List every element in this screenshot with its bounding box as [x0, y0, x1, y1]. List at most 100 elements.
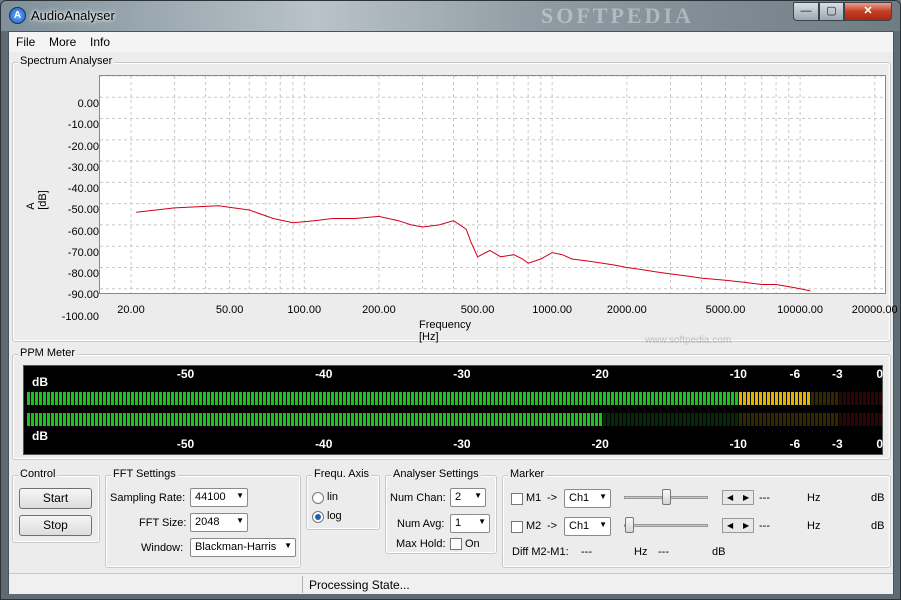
- num-avg-select[interactable]: 1 ▼: [450, 514, 490, 533]
- x-tick-label: 5000.00: [705, 304, 746, 316]
- num-chan-label: Num Chan:: [390, 492, 446, 504]
- ppm-segment: [415, 392, 418, 405]
- ppm-segment: [323, 392, 326, 405]
- ppm-segment: [119, 413, 122, 426]
- m2-label: M2: [526, 520, 542, 532]
- ppm-segment: [871, 392, 874, 405]
- ppm-segment: [371, 413, 374, 426]
- ppm-segment: [723, 413, 726, 426]
- ppm-segment: [203, 413, 206, 426]
- ppm-segment: [435, 413, 438, 426]
- menu-file[interactable]: File: [16, 35, 35, 49]
- lin-radio[interactable]: [312, 492, 324, 504]
- ppm-segment: [647, 392, 650, 405]
- ppm-segment: [183, 392, 186, 405]
- window-select[interactable]: Blackman-Harris ▼: [190, 538, 296, 557]
- title-bar[interactable]: A AudioAnalyser SOFTPEDIA — ▢ ✕: [1, 1, 900, 31]
- ppm-segment: [175, 392, 178, 405]
- ppm-segment: [659, 413, 662, 426]
- y-tick-label: -50.00: [67, 204, 99, 217]
- ppm-segment: [63, 392, 66, 405]
- m2-spin-buttons[interactable]: ◀ ▶: [722, 518, 754, 533]
- left-arrow-icon[interactable]: ◀: [727, 521, 733, 530]
- close-button[interactable]: ✕: [844, 2, 892, 21]
- ppm-segment: [187, 392, 190, 405]
- ppm-segment: [603, 413, 606, 426]
- ppm-segment: [591, 392, 594, 405]
- m2-slider-thumb[interactable]: [625, 517, 634, 533]
- y-tick-label: -30.00: [67, 161, 99, 174]
- status-bar: Processing State...: [9, 573, 893, 594]
- ppm-segment: [791, 392, 794, 405]
- num-chan-select[interactable]: 2 ▼: [450, 488, 486, 507]
- m1-spin-buttons[interactable]: ◀ ▶: [722, 490, 754, 505]
- ppm-segment: [535, 413, 538, 426]
- ppm-segment: [839, 392, 842, 405]
- m2-checkbox[interactable]: [511, 521, 523, 533]
- start-button[interactable]: Start: [19, 488, 92, 509]
- ppm-segment: [159, 413, 162, 426]
- left-arrow-icon[interactable]: ◀: [727, 493, 733, 502]
- ppm-segment: [291, 392, 294, 405]
- ppm-segment: [227, 392, 230, 405]
- ppm-segment: [59, 413, 62, 426]
- m1-slider-thumb[interactable]: [662, 489, 671, 505]
- sampling-rate-value: 44100: [195, 491, 226, 503]
- ppm-segment: [703, 392, 706, 405]
- max-hold-checkbox[interactable]: [450, 538, 462, 550]
- ppm-segment: [735, 413, 738, 426]
- stop-button[interactable]: Stop: [19, 515, 92, 536]
- ppm-segment: [119, 392, 122, 405]
- ppm-segment: [727, 392, 730, 405]
- m2-slider-track[interactable]: [624, 524, 708, 527]
- ppm-segment: [671, 413, 674, 426]
- m1-channel-select[interactable]: Ch1 ▼: [564, 489, 611, 508]
- sampling-rate-select[interactable]: 44100 ▼: [190, 488, 248, 507]
- menu-more[interactable]: More: [49, 35, 76, 49]
- ppm-segment: [319, 413, 322, 426]
- fft-size-select[interactable]: 2048 ▼: [190, 513, 248, 532]
- ppm-segment: [39, 413, 42, 426]
- ppm-segment: [275, 392, 278, 405]
- ppm-segment: [143, 413, 146, 426]
- log-radio[interactable]: [312, 511, 324, 523]
- ppm-segment: [475, 392, 478, 405]
- ppm-segment: [171, 413, 174, 426]
- minimize-button[interactable]: —: [793, 2, 819, 21]
- ppm-segment: [163, 413, 166, 426]
- ppm-segment: [471, 392, 474, 405]
- m1-checkbox[interactable]: [511, 493, 523, 505]
- ppm-segment: [827, 392, 830, 405]
- ppm-segment: [475, 413, 478, 426]
- ppm-segment: [807, 413, 810, 426]
- ppm-scale-label: -3: [831, 367, 843, 381]
- ppm-segment: [75, 413, 78, 426]
- app-icon: A: [9, 7, 26, 24]
- ppm-segment: [31, 413, 34, 426]
- m2-channel-select[interactable]: Ch1 ▼: [564, 517, 611, 536]
- ppm-segment: [871, 413, 874, 426]
- frequ-axis-group: Frequ. Axis lin log: [306, 468, 380, 530]
- ppm-segment: [391, 413, 394, 426]
- right-arrow-icon[interactable]: ▶: [743, 493, 749, 502]
- m1-freq-value: ---: [759, 492, 770, 504]
- num-avg-value: 1: [455, 517, 462, 529]
- ppm-segment: [103, 413, 106, 426]
- num-avg-label: Num Avg:: [397, 518, 445, 530]
- ppm-segment: [583, 413, 586, 426]
- x-tick-label: 100.00: [287, 304, 322, 316]
- ppm-segment: [95, 413, 98, 426]
- menu-info[interactable]: Info: [90, 35, 110, 49]
- ppm-segment: [423, 413, 426, 426]
- ppm-segment: [383, 413, 386, 426]
- ppm-segment: [175, 413, 178, 426]
- ppm-segment: [95, 392, 98, 405]
- ppm-segment: [279, 392, 282, 405]
- ppm-segment: [631, 392, 634, 405]
- ppm-segment: [795, 413, 798, 426]
- ppm-scale-label: -50: [176, 437, 195, 451]
- maximize-button[interactable]: ▢: [819, 2, 844, 21]
- ppm-segment: [283, 413, 286, 426]
- right-arrow-icon[interactable]: ▶: [743, 521, 749, 530]
- ppm-segment: [387, 413, 390, 426]
